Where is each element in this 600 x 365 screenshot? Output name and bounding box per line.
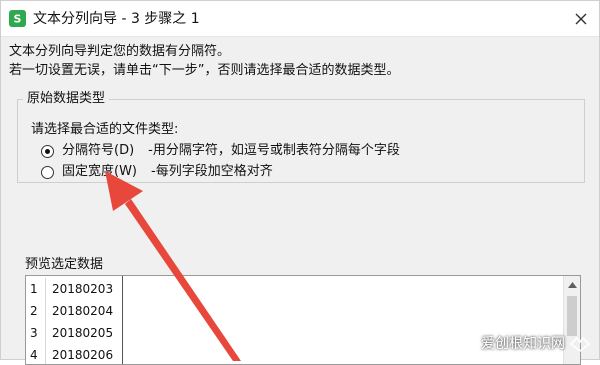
app-logo-icon: S bbox=[9, 10, 26, 27]
description-line-1: 文本分列向导判定您的数据有分隔符。 bbox=[9, 44, 231, 59]
title-bar: S 文本分列向导 - 3 步骤之 1 bbox=[1, 1, 599, 37]
original-data-type-title: 原始数据类型 bbox=[23, 90, 110, 108]
svg-text:S: S bbox=[14, 13, 22, 24]
preview-label: 预览选定数据 bbox=[25, 256, 106, 274]
preview-row: 2 20180204 bbox=[26, 300, 580, 322]
text-to-columns-dialog: S 文本分列向导 - 3 步骤之 1 文本分列向导判定您的数据有分隔符。 若一切… bbox=[0, 0, 600, 365]
preview-row-number: 4 bbox=[30, 348, 38, 362]
radio-fixed-width[interactable]: 固定宽度(W) -每列字段加空格对齐 bbox=[41, 163, 273, 181]
watermark-logo-icon bbox=[569, 336, 591, 353]
preview-row-number: 2 bbox=[30, 304, 38, 318]
chevron-up-icon bbox=[567, 281, 577, 288]
radio-button-delimited[interactable] bbox=[41, 144, 54, 158]
close-button[interactable] bbox=[567, 5, 595, 33]
preview-row-number: 3 bbox=[30, 326, 38, 340]
scroll-thumb[interactable] bbox=[567, 296, 577, 336]
preview-row: 1 20180203 bbox=[26, 278, 580, 300]
window-title: 文本分列向导 - 3 步骤之 1 bbox=[33, 11, 200, 27]
radio-delimited-description: -用分隔字符，如逗号或制表符分隔每个字段 bbox=[148, 143, 400, 158]
preview-row-value: 20180206 bbox=[52, 348, 114, 362]
preview-column-divider bbox=[122, 276, 123, 364]
preview-row-value: 20180205 bbox=[52, 326, 114, 340]
preview-row-number: 1 bbox=[30, 282, 38, 296]
watermark: 爱创根知识网 bbox=[481, 335, 591, 353]
radio-delimited-label: 分隔符号(D) bbox=[62, 143, 135, 158]
radio-delimited[interactable]: 分隔符号(D) -用分隔字符，如逗号或制表符分隔每个字段 bbox=[41, 142, 400, 160]
file-type-prompt: 请选择最合适的文件类型: bbox=[31, 122, 179, 137]
preview-row-value: 20180203 bbox=[52, 282, 114, 296]
watermark-text: 爱创根知识网 bbox=[481, 336, 565, 352]
radio-button-fixed-width[interactable] bbox=[41, 165, 54, 179]
radio-fixed-width-label: 固定宽度(W) bbox=[62, 164, 137, 179]
description-line-2: 若一切设置无误，请单击“下一步”，否则请选择最合适的数据类型。 bbox=[9, 63, 400, 78]
preview-row-value: 20180204 bbox=[52, 304, 114, 318]
scroll-up-button[interactable] bbox=[564, 276, 580, 293]
radio-fixed-width-description: -每列字段加空格对齐 bbox=[151, 164, 273, 179]
close-icon bbox=[575, 13, 587, 25]
